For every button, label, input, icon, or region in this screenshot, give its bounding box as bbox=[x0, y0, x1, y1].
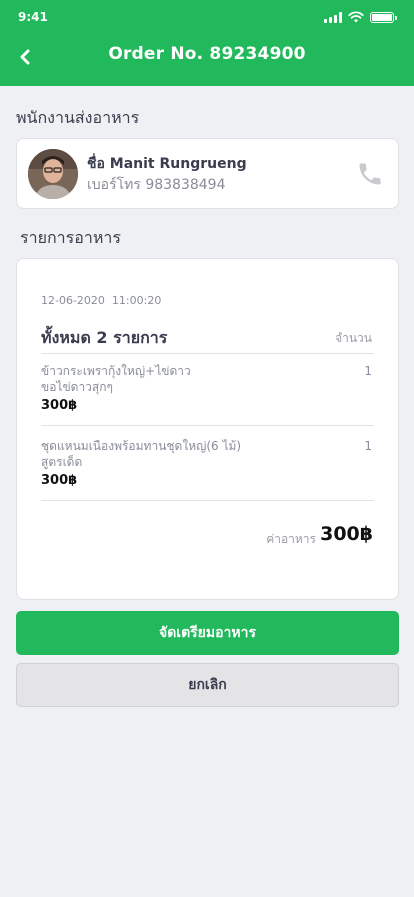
battery-icon bbox=[370, 12, 397, 23]
order-card: 12-06-2020 11:00:20 ทั้งหมด 2 รายการ จำน… bbox=[16, 258, 399, 600]
cancel-button[interactable]: ยกเลิก bbox=[16, 663, 399, 707]
order-item-qty: 1 bbox=[364, 439, 372, 453]
divider bbox=[41, 353, 374, 354]
page-title: Order No. 89234900 bbox=[108, 44, 306, 64]
food-cost-value: 300฿ bbox=[320, 523, 373, 545]
order-item-qty: 1 bbox=[364, 364, 372, 378]
phone-icon bbox=[359, 163, 381, 185]
divider bbox=[41, 500, 374, 501]
wifi-icon bbox=[348, 11, 364, 23]
prepare-food-button[interactable]: จัดเตรียมอาหาร bbox=[16, 611, 399, 655]
items-section-title: รายการอาหาร bbox=[20, 228, 121, 247]
signal-icon bbox=[324, 12, 342, 23]
order-item-price: 300฿ bbox=[41, 473, 78, 488]
order-item-count: ทั้งหมด 2 รายการ bbox=[41, 328, 168, 347]
status-icons bbox=[324, 11, 397, 23]
call-button[interactable] bbox=[356, 160, 384, 188]
status-time: 9:41 bbox=[18, 10, 48, 24]
app-header: 9:41 Order No. 89234900 bbox=[0, 0, 414, 86]
order-datetime: 12-06-2020 11:00:20 bbox=[41, 294, 162, 307]
courier-section-title: พนักงานส่งอาหาร bbox=[16, 108, 140, 127]
order-item-name: ชุดแหนมเนืองพร้อมทานชุดใหญ่(6 ไม้) สูตรเ… bbox=[41, 439, 242, 469]
courier-card: ชื่อ Manit Rungrueng เบอร์โทร 983838494 bbox=[16, 138, 399, 209]
courier-phone: เบอร์โทร 983838494 bbox=[87, 177, 226, 193]
order-item-price: 300฿ bbox=[41, 398, 78, 413]
avatar bbox=[28, 149, 78, 199]
divider bbox=[41, 425, 374, 426]
quantity-column-header: จำนวน bbox=[335, 331, 372, 345]
food-cost-label: ค่าอาหาร bbox=[266, 532, 316, 546]
order-item-name: ข้าวกระเพรากุ้งใหญ่+ไข่ดาว ขอไข่ดาวสุกๆ bbox=[41, 364, 191, 394]
courier-name: ชื่อ Manit Rungrueng bbox=[87, 156, 247, 172]
